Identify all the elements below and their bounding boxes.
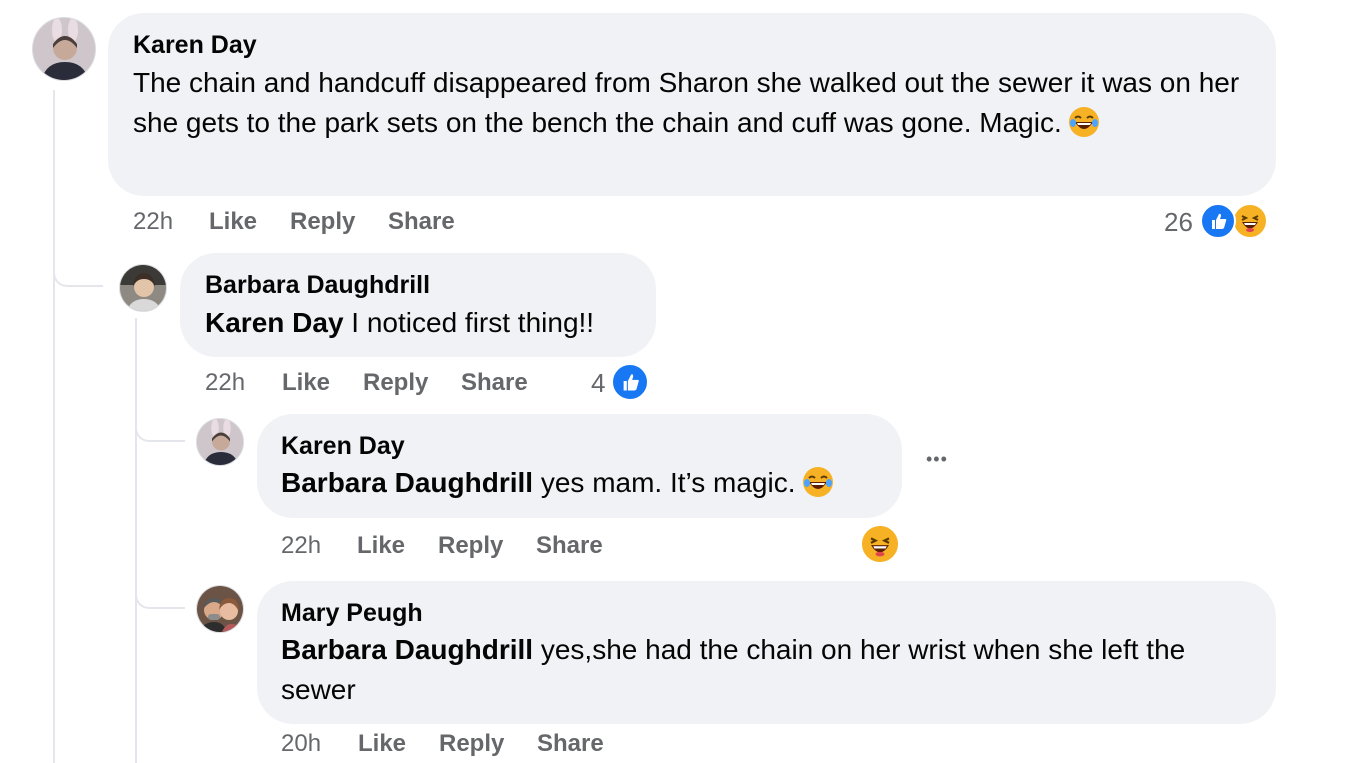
comment-author[interactable]: Mary Peugh	[281, 599, 423, 628]
comment-actions: 22h Like Reply Share	[133, 208, 455, 236]
laughing-tears-emoji-icon	[1068, 106, 1100, 138]
thread-connector-1	[53, 255, 103, 287]
avatar[interactable]	[196, 585, 244, 633]
reply-button[interactable]: Reply	[290, 208, 388, 236]
comment-author[interactable]: Karen Day	[133, 31, 257, 60]
mention-link[interactable]: Barbara Daughdrill	[281, 634, 533, 665]
comment-text: The chain and handcuff disappeared from …	[133, 63, 1263, 143]
comment-body: I noticed first thing!!	[343, 307, 595, 338]
share-button[interactable]: Share	[537, 730, 604, 758]
mention-link[interactable]: Karen Day	[205, 307, 344, 338]
avatar[interactable]	[196, 418, 244, 466]
haha-reaction-icon	[1232, 203, 1268, 239]
comment-timestamp[interactable]: 20h	[281, 730, 358, 758]
avatar[interactable]	[119, 264, 167, 312]
comment-actions: 22h Like Reply Share	[281, 532, 603, 560]
reaction-count[interactable]: 26	[1164, 207, 1193, 238]
comment-text: Barbara Daughdrill yes,she had the chain…	[281, 630, 1256, 710]
comment-author[interactable]: Karen Day	[281, 432, 405, 461]
comment-timestamp[interactable]: 22h	[205, 369, 282, 397]
reply-button[interactable]: Reply	[439, 730, 537, 758]
reaction-count[interactable]: 4	[591, 368, 605, 399]
like-reaction-icon	[611, 363, 649, 401]
comment-text: Barbara Daughdrill yes mam. It’s magic.	[281, 463, 891, 503]
thread-line-reply	[135, 318, 137, 763]
reply-button[interactable]: Reply	[438, 532, 536, 560]
thread-connector-3	[135, 577, 185, 609]
like-reaction-icon	[1200, 203, 1236, 239]
comment-text: Karen Day I noticed first thing!!	[205, 303, 645, 343]
comment-actions: 22h Like Reply Share	[205, 369, 528, 397]
comment-timestamp[interactable]: 22h	[133, 208, 209, 236]
like-button[interactable]: Like	[357, 532, 438, 560]
mention-link[interactable]: Barbara Daughdrill	[281, 467, 533, 498]
share-button[interactable]: Share	[388, 208, 455, 236]
share-button[interactable]: Share	[461, 369, 528, 397]
like-button[interactable]: Like	[209, 208, 290, 236]
share-button[interactable]: Share	[536, 532, 603, 560]
like-button[interactable]: Like	[358, 730, 439, 758]
comment-actions: 20h Like Reply Share	[281, 730, 604, 758]
more-options-icon[interactable]: •••	[926, 449, 948, 470]
reply-button[interactable]: Reply	[363, 369, 461, 397]
laughing-tears-emoji-icon	[802, 466, 834, 498]
thread-line-main	[53, 90, 55, 763]
avatar[interactable]	[32, 17, 96, 81]
haha-reaction-icon[interactable]	[860, 524, 900, 564]
comment-body: yes mam. It’s magic.	[533, 467, 796, 498]
comment-author[interactable]: Barbara Daughdrill	[205, 271, 430, 300]
comment-timestamp[interactable]: 22h	[281, 532, 357, 560]
like-button[interactable]: Like	[282, 369, 363, 397]
thread-connector-2	[135, 410, 185, 442]
